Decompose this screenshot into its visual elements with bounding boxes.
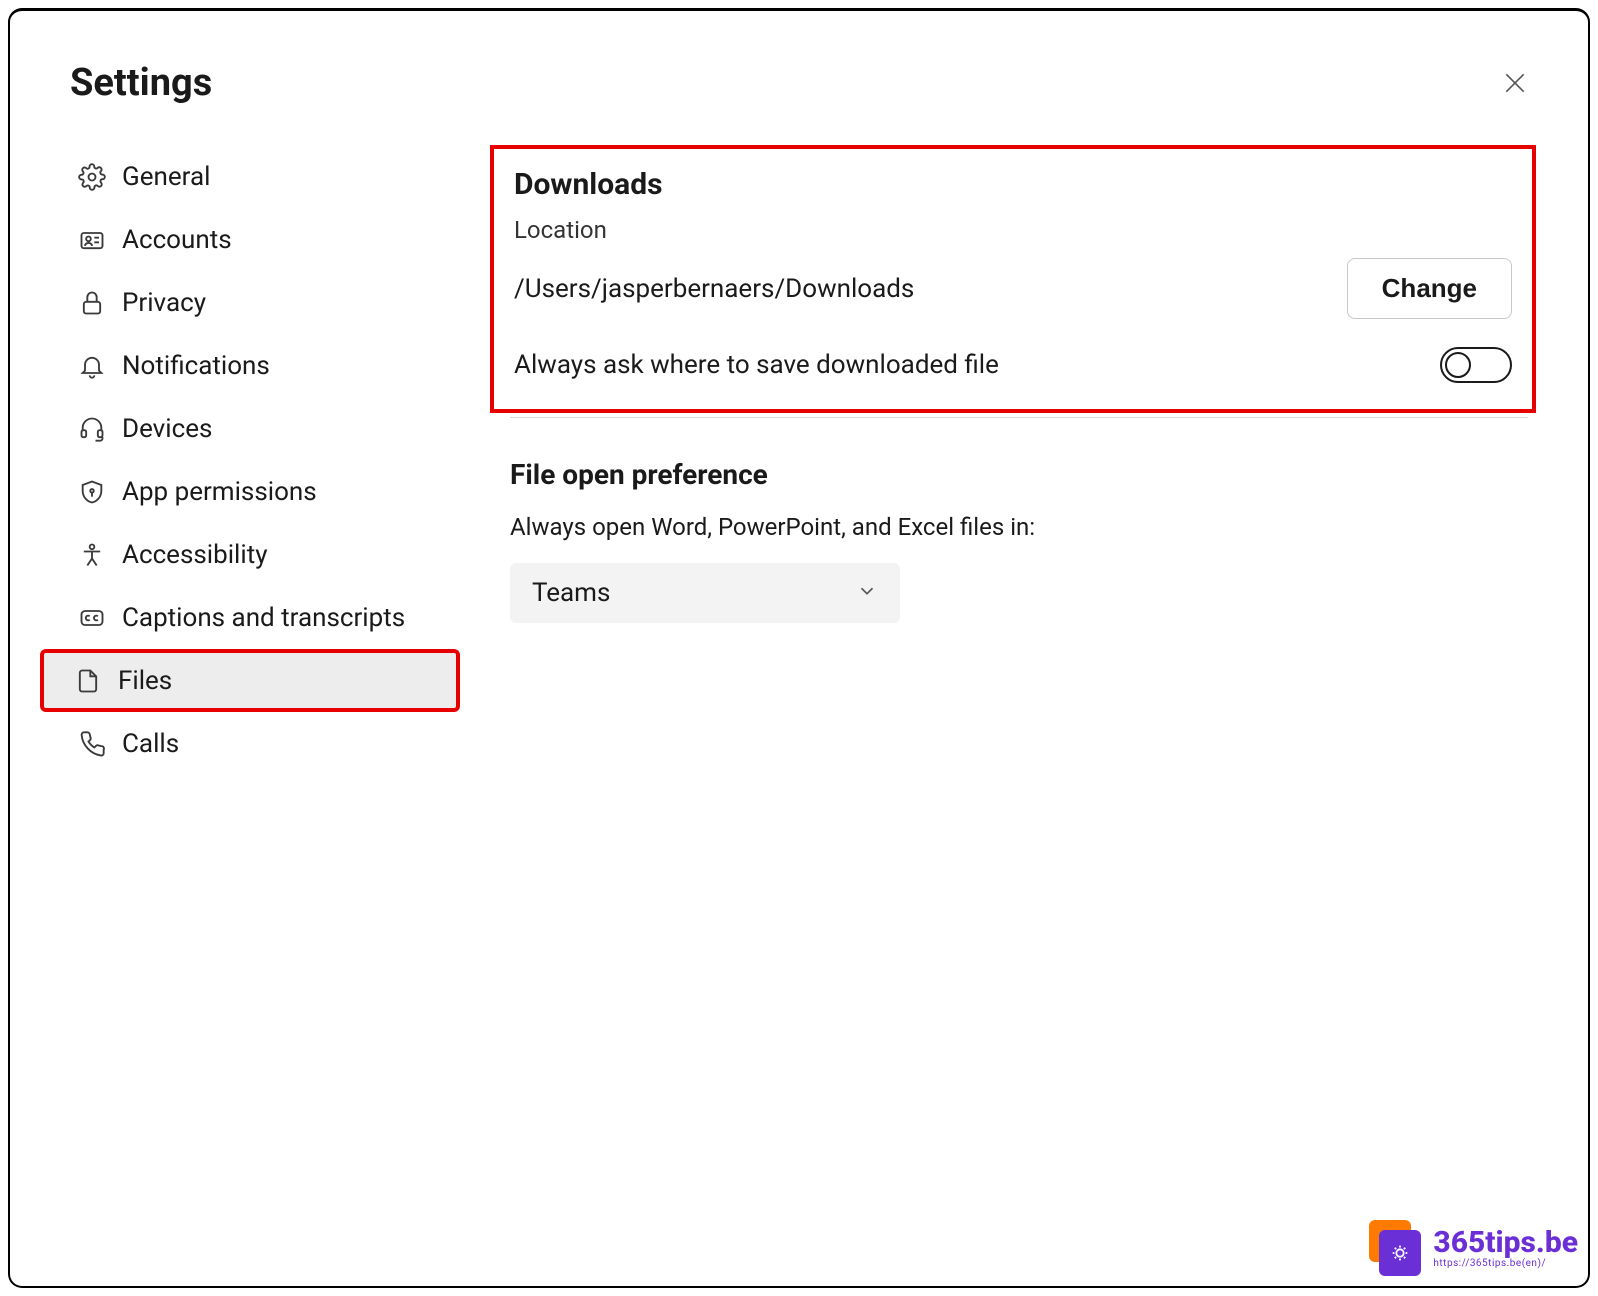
- downloads-heading: Downloads: [514, 167, 1512, 202]
- file-icon: [74, 667, 110, 695]
- sidebar-item-label: Devices: [122, 414, 212, 444]
- sidebar-item-label: Calls: [122, 729, 179, 759]
- shield-key-icon: [78, 478, 114, 506]
- sidebar-item-label: Privacy: [122, 288, 206, 318]
- phone-icon: [78, 730, 114, 758]
- bell-icon: [78, 352, 114, 380]
- change-button[interactable]: Change: [1347, 258, 1512, 319]
- cc-icon: [78, 604, 114, 632]
- sidebar-item-label: App permissions: [122, 477, 317, 507]
- watermark-text-wrap: 365tips.be https://365tips.be(en)/: [1433, 1228, 1578, 1269]
- sidebar: General Accounts: [70, 145, 460, 1246]
- sidebar-item-label: Accounts: [122, 225, 232, 255]
- sidebar-item-files[interactable]: Files: [40, 649, 460, 712]
- chevron-down-icon: [856, 580, 878, 606]
- location-row: /Users/jasperbernaers/Downloads Change: [514, 258, 1512, 319]
- always-ask-label: Always ask where to save downloaded file: [514, 350, 999, 380]
- close-icon[interactable]: [1502, 70, 1528, 96]
- file-open-heading: File open preference: [510, 458, 1528, 491]
- header: Settings: [70, 61, 1528, 105]
- watermark-text: 365tips.be: [1433, 1228, 1578, 1258]
- sidebar-item-devices[interactable]: Devices: [70, 397, 460, 460]
- content-pane: Downloads Location /Users/jasperbernaers…: [460, 145, 1528, 1246]
- dropdown-value: Teams: [532, 578, 610, 608]
- file-open-dropdown[interactable]: Teams: [510, 563, 900, 623]
- person-icon: [78, 541, 114, 569]
- watermark: 365tips.be https://365tips.be(en)/: [1369, 1220, 1578, 1276]
- sidebar-item-label: General: [122, 162, 210, 192]
- watermark-badge: [1369, 1220, 1421, 1276]
- sidebar-item-privacy[interactable]: Privacy: [70, 271, 460, 334]
- settings-modal: Settings General: [8, 8, 1590, 1288]
- section-divider: [510, 417, 1528, 418]
- sidebar-item-general[interactable]: General: [70, 145, 460, 208]
- gear-icon: [78, 163, 114, 191]
- download-location-path: /Users/jasperbernaers/Downloads: [514, 274, 914, 304]
- sidebar-item-app-permissions[interactable]: App permissions: [70, 460, 460, 523]
- id-card-icon: [78, 226, 114, 254]
- sidebar-item-label: Notifications: [122, 351, 270, 381]
- page-title: Settings: [70, 61, 212, 105]
- lock-icon: [78, 289, 114, 317]
- always-ask-row: Always ask where to save downloaded file: [514, 347, 1512, 383]
- sidebar-item-notifications[interactable]: Notifications: [70, 334, 460, 397]
- sidebar-item-accessibility[interactable]: Accessibility: [70, 523, 460, 586]
- body: General Accounts: [70, 145, 1528, 1246]
- sidebar-item-calls[interactable]: Calls: [70, 712, 460, 775]
- always-ask-toggle[interactable]: [1440, 347, 1512, 383]
- sidebar-item-accounts[interactable]: Accounts: [70, 208, 460, 271]
- headset-icon: [78, 415, 114, 443]
- downloads-section: Downloads Location /Users/jasperbernaers…: [490, 145, 1536, 413]
- toggle-knob: [1445, 352, 1471, 378]
- sidebar-item-label: Files: [118, 666, 172, 696]
- sidebar-item-captions[interactable]: Captions and transcripts: [70, 586, 460, 649]
- sidebar-item-label: Captions and transcripts: [122, 603, 405, 633]
- location-label: Location: [514, 216, 1512, 244]
- file-open-subtext: Always open Word, PowerPoint, and Excel …: [510, 513, 1528, 541]
- sidebar-item-label: Accessibility: [122, 540, 268, 570]
